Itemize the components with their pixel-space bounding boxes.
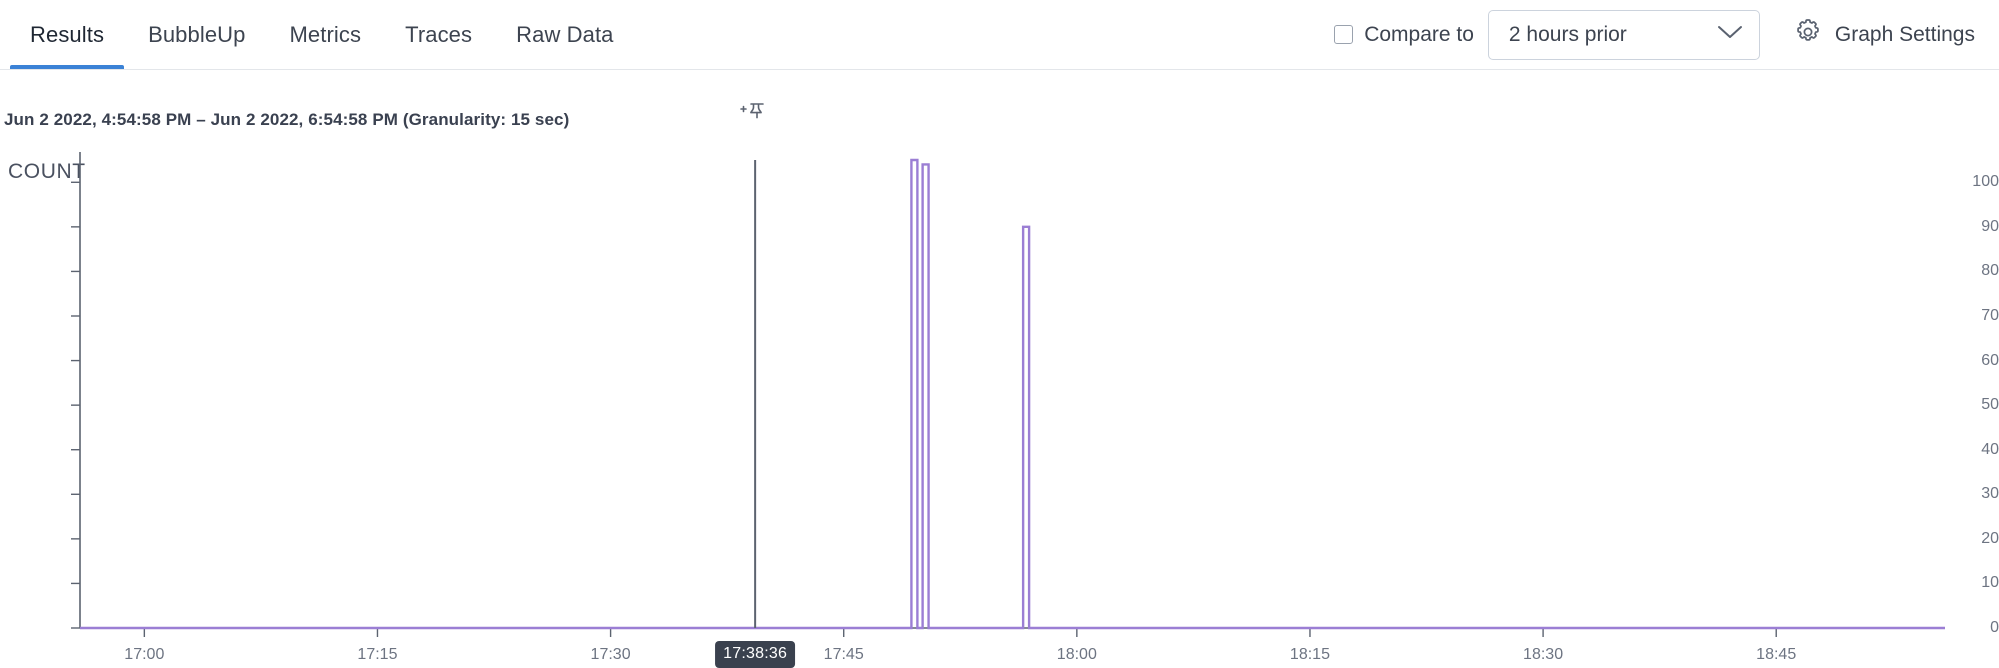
chart-svg: [71, 152, 1945, 637]
x-axis-tick-label: 18:30: [1523, 646, 1564, 663]
x-axis-tick-label: 17:15: [357, 646, 398, 663]
compare-to-label: Compare to: [1364, 22, 1474, 46]
tab-results[interactable]: Results: [8, 0, 126, 69]
tab-traces-label: Traces: [405, 21, 473, 47]
y-axis-tick-label: 50: [1981, 396, 1999, 414]
x-axis-tick-label: 18:15: [1289, 646, 1330, 663]
compare-period-select[interactable]: 2 hours prior: [1487, 9, 1760, 60]
chevron-down-icon: [1717, 24, 1743, 45]
gear-icon: [1794, 18, 1822, 51]
pushpin-add-icon[interactable]: [738, 100, 772, 133]
tab-bubbleup[interactable]: BubbleUp: [126, 0, 267, 69]
x-axis-tick-label: 17:00: [124, 646, 165, 663]
compare-to-checkbox[interactable]: [1334, 25, 1354, 44]
y-axis-tick-label: 70: [1981, 307, 1999, 324]
graph-settings-button[interactable]: Graph Settings: [1794, 18, 1975, 51]
tab-results-label: Results: [30, 21, 105, 47]
chart-plot-area[interactable]: 0 10 20 30 40 50 60 70 80 90 100 17:00 17:15 17:30 17:…: [0, 103, 1999, 668]
y-axis-tick-label: 40: [1981, 440, 1999, 458]
header-controls: Compare to 2 hours prior Graph Settings: [1334, 0, 1975, 69]
y-axis-tick-label: 20: [1981, 529, 1999, 547]
y-axis-tick-label: 100: [1972, 173, 1999, 191]
tab-raw-data-label: Raw Data: [516, 21, 614, 47]
y-axis-tick-label: 10: [1981, 574, 1999, 592]
compare-to-control: Compare to: [1334, 23, 1474, 47]
tab-bubbleup-label: BubbleUp: [148, 21, 246, 47]
y-axis-tick-label: 0: [1990, 619, 1999, 636]
tab-bar: Results BubbleUp Metrics Traces Raw Data…: [0, 0, 1999, 70]
x-axis-tick-label: 18:45: [1756, 646, 1797, 663]
chart-series-line: [80, 158, 1945, 630]
x-axis-tick-label: 17:30: [590, 646, 631, 663]
tab-list: Results BubbleUp Metrics Traces Raw Data: [0, 0, 636, 69]
y-axis-tick-label: 60: [1981, 351, 1999, 369]
graph-settings-label: Graph Settings: [1834, 22, 1975, 46]
y-axis-tick-label: 80: [1981, 262, 1999, 280]
time-range-subtitle: Jun 2 2022, 4:54:58 PM – Jun 2 2022, 6:5…: [4, 110, 570, 129]
tab-traces[interactable]: Traces: [383, 0, 494, 69]
y-axis-tick-label: 30: [1981, 485, 1999, 503]
y-axis-tick-label: 90: [1981, 217, 1999, 235]
tab-metrics[interactable]: Metrics: [268, 0, 384, 69]
x-axis-tick-label: 17:45: [823, 646, 864, 663]
tab-metrics-label: Metrics: [289, 21, 362, 47]
compare-period-value: 2 hours prior: [1508, 22, 1627, 46]
x-axis-tick-label: 18:00: [1056, 646, 1097, 663]
tab-raw-data[interactable]: Raw Data: [494, 0, 635, 69]
count-chart[interactable]: COUNT 0 10 20 30 40 50 60 70 80 90 100 17:00 17:15 17…: [0, 103, 1999, 668]
cursor-time-badge: 17:38:36: [715, 641, 796, 668]
